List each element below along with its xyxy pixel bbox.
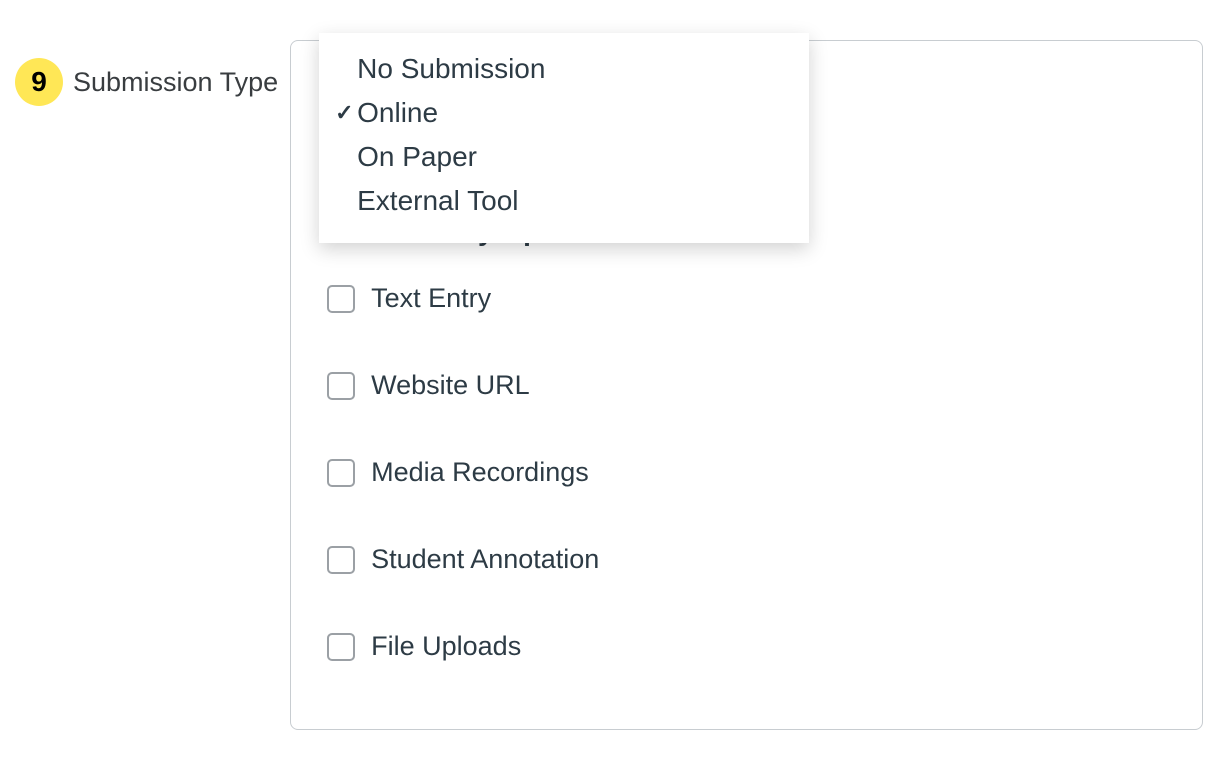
dropdown-option-label: No Submission <box>357 53 791 85</box>
submission-type-dropdown[interactable]: No Submission ✓ Online On Paper External… <box>319 33 809 243</box>
dropdown-option-external-tool[interactable]: External Tool <box>319 179 809 223</box>
step-number: 9 <box>31 66 47 98</box>
checkbox-label: Website URL <box>371 370 530 401</box>
checkbox-icon <box>327 285 355 313</box>
dropdown-option-label: On Paper <box>357 141 791 173</box>
checkbox-icon <box>327 459 355 487</box>
dropdown-option-label: Online <box>357 97 791 129</box>
checkbox-label: Student Annotation <box>371 544 599 575</box>
dropdown-option-online[interactable]: ✓ Online <box>319 91 809 135</box>
checkbox-label: Media Recordings <box>371 457 589 488</box>
section-label: Submission Type <box>73 67 278 98</box>
checkbox-icon <box>327 633 355 661</box>
checkbox-text-entry[interactable]: Text Entry <box>327 283 1166 314</box>
entry-options-list: Text Entry Website URL Media Recordings … <box>327 283 1166 662</box>
checkbox-icon <box>327 546 355 574</box>
check-mark-icon: ✓ <box>335 100 357 126</box>
submission-type-row: 9 Submission Type No Submission ✓ Online… <box>15 40 1203 730</box>
dropdown-option-no-submission[interactable]: No Submission <box>319 47 809 91</box>
checkbox-media-recordings[interactable]: Media Recordings <box>327 457 1166 488</box>
step-badge: 9 <box>15 58 63 106</box>
checkbox-website-url[interactable]: Website URL <box>327 370 1166 401</box>
checkbox-label: File Uploads <box>371 631 521 662</box>
dropdown-option-on-paper[interactable]: On Paper <box>319 135 809 179</box>
submission-type-panel: No Submission ✓ Online On Paper External… <box>290 40 1203 730</box>
checkbox-file-uploads[interactable]: File Uploads <box>327 631 1166 662</box>
checkbox-label: Text Entry <box>371 283 491 314</box>
checkbox-student-annotation[interactable]: Student Annotation <box>327 544 1166 575</box>
label-group: 9 Submission Type <box>15 40 278 106</box>
dropdown-option-label: External Tool <box>357 185 791 217</box>
checkbox-icon <box>327 372 355 400</box>
